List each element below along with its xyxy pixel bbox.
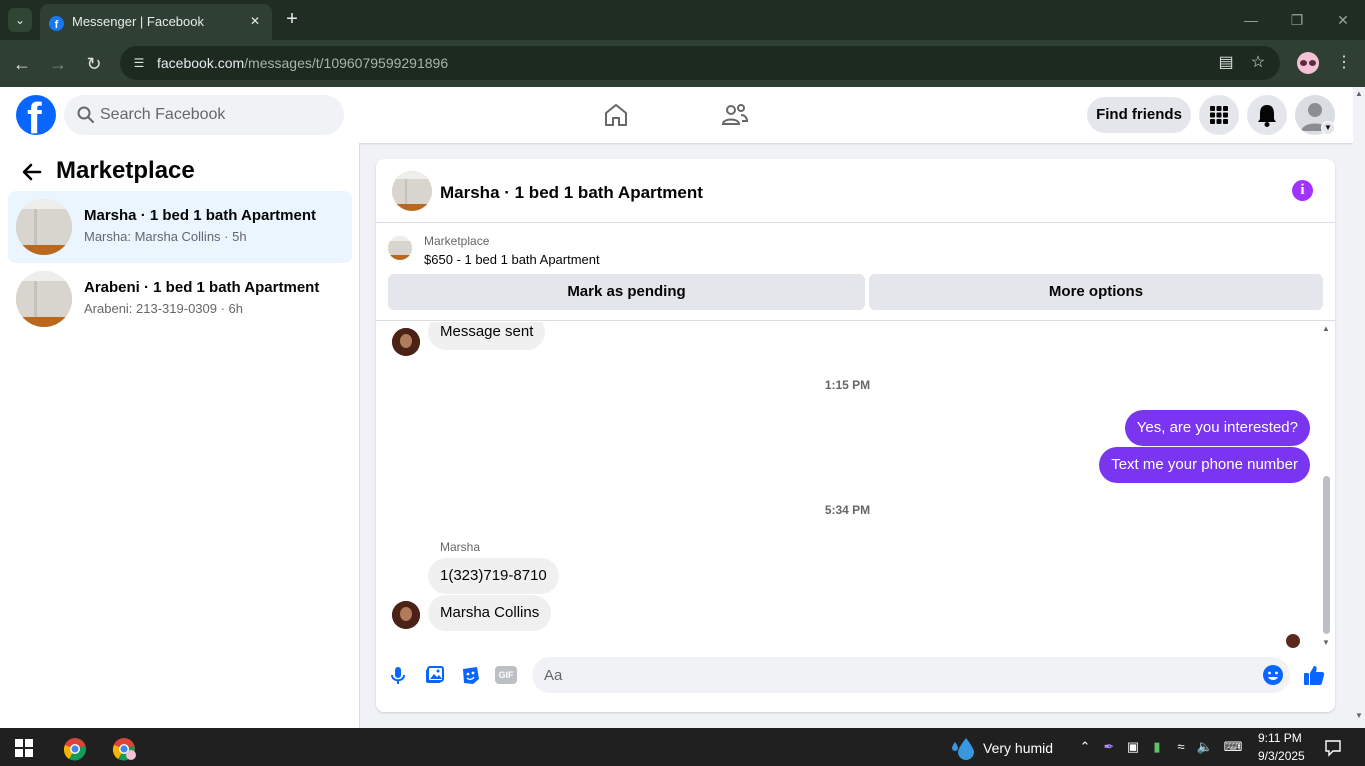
browser-tab-messenger[interactable]: f Messenger | Facebook ✕ bbox=[40, 4, 272, 40]
message-bubble-incoming[interactable]: Message sent bbox=[428, 322, 546, 350]
chat-listing-thumbnail[interactable] bbox=[392, 171, 432, 211]
clock-date[interactable]: 9/3/2025 bbox=[1258, 749, 1305, 763]
message-bubble-outgoing[interactable]: Text me your phone number bbox=[1099, 447, 1310, 483]
find-friends-button[interactable]: Find friends bbox=[1087, 97, 1191, 133]
message-scrollbar[interactable]: ▲ ▼ bbox=[1320, 322, 1332, 652]
show-hidden-icons-chevron-icon[interactable]: ⌃ bbox=[1076, 738, 1094, 756]
page-scroll-up-icon[interactable]: ▲ bbox=[1355, 89, 1363, 98]
message-input-wrapper[interactable] bbox=[532, 657, 1290, 693]
conversation-name: Marsha · 1 bed 1 bath Apartment bbox=[84, 207, 316, 224]
volume-icon[interactable]: 🔈 bbox=[1196, 738, 1214, 756]
photo-attach-icon[interactable] bbox=[423, 664, 445, 686]
listing-bar: Marketplace $650 - 1 bed 1 bath Apartmen… bbox=[376, 224, 1335, 321]
chrome-taskbar-icon[interactable] bbox=[63, 737, 87, 761]
restore-window-icon[interactable]: ❐ bbox=[1287, 10, 1307, 30]
grid-menu-icon bbox=[1210, 106, 1228, 124]
conversation-item-arabeni[interactable]: Arabeni · 1 bed 1 bath Apartment Arabeni… bbox=[8, 263, 352, 335]
clock-time[interactable]: 9:11 PM bbox=[1258, 731, 1302, 745]
new-tab-button[interactable]: + bbox=[282, 8, 302, 30]
conversation-preview: Arabeni: 213-319-0309 · 6h bbox=[84, 301, 244, 316]
page-scroll-down-icon[interactable]: ▼ bbox=[1355, 711, 1363, 720]
bell-icon bbox=[1258, 105, 1276, 127]
emoji-icon[interactable] bbox=[1262, 664, 1284, 686]
address-url[interactable]: facebook.com/messages/t/1096079599291896 bbox=[157, 55, 448, 71]
chat-header: Marsha · 1 bed 1 bath Apartment i bbox=[376, 159, 1335, 223]
info-icon[interactable]: i bbox=[1292, 180, 1313, 201]
close-tab-icon[interactable]: ✕ bbox=[246, 12, 264, 30]
message-timestamp: 5:34 PM bbox=[824, 503, 871, 517]
browser-menu-icon[interactable]: ⋮ bbox=[1333, 52, 1355, 74]
mark-as-pending-button[interactable]: Mark as pending bbox=[388, 274, 865, 310]
sticker-icon[interactable] bbox=[459, 664, 481, 686]
message-input[interactable] bbox=[544, 657, 1244, 693]
chat-window: Marsha · 1 bed 1 bath Apartment i Market… bbox=[376, 159, 1335, 712]
listing-source: Marketplace bbox=[424, 234, 490, 248]
site-info-icon[interactable]: ☰ bbox=[128, 52, 150, 74]
listing-thumbnail-image bbox=[16, 271, 72, 327]
message-bubble-outgoing[interactable]: Yes, are you interested? bbox=[1124, 410, 1310, 446]
windows-start-icon[interactable] bbox=[15, 739, 33, 757]
sender-name: Marsha bbox=[440, 540, 481, 554]
page-scrollbar[interactable]: ▲ ▼ bbox=[1353, 87, 1365, 728]
contact-avatar[interactable] bbox=[392, 328, 420, 356]
back-arrow-icon[interactable] bbox=[20, 160, 44, 184]
tab-search-chevron-icon[interactable]: ⌄ bbox=[8, 8, 32, 32]
close-window-icon[interactable]: ✕ bbox=[1333, 10, 1353, 30]
thumbs-up-icon[interactable] bbox=[1302, 663, 1326, 687]
read-receipt-avatar bbox=[1286, 634, 1300, 648]
install-app-icon[interactable]: ▤ bbox=[1215, 52, 1237, 74]
friends-icon[interactable] bbox=[720, 100, 750, 130]
listing-thumbnail-image bbox=[16, 199, 72, 255]
scroll-up-arrow-icon[interactable]: ▲ bbox=[1322, 324, 1330, 333]
search-input[interactable] bbox=[100, 95, 330, 135]
address-bar[interactable]: ☰ facebook.com/messages/t/10960795992918… bbox=[120, 46, 1280, 80]
search-box[interactable] bbox=[64, 95, 344, 135]
listing-small-thumbnail[interactable] bbox=[388, 236, 412, 260]
conversation-name: Arabeni · 1 bed 1 bath Apartment bbox=[84, 279, 320, 296]
message-list: Message sent 1:15 PM Yes, are you intere… bbox=[376, 322, 1335, 652]
conversation-item-marsha[interactable]: Marsha · 1 bed 1 bath Apartment Marsha: … bbox=[8, 191, 352, 263]
browser-tab-title: Messenger | Facebook bbox=[72, 14, 204, 29]
conversation-preview: Marsha: Marsha Collins · 5h bbox=[84, 229, 247, 244]
humidity-drop-icon[interactable] bbox=[950, 736, 976, 760]
scroll-down-arrow-icon[interactable]: ▼ bbox=[1322, 638, 1330, 647]
listing-price-title[interactable]: $650 - 1 bed 1 bath Apartment bbox=[424, 252, 600, 267]
panel-title: Marketplace bbox=[56, 157, 195, 184]
facebook-favicon-icon: f bbox=[49, 16, 64, 31]
reload-icon[interactable]: ↻ bbox=[82, 52, 106, 76]
pen-feather-icon[interactable]: ✒ bbox=[1100, 738, 1118, 756]
account-caret-icon[interactable]: ▼ bbox=[1321, 121, 1335, 135]
forward-nav-icon[interactable]: → bbox=[46, 52, 70, 76]
message-bubble-incoming[interactable]: Marsha Collins bbox=[428, 595, 552, 631]
message-composer: GIF bbox=[376, 652, 1335, 712]
message-bubble-incoming[interactable]: 1(323)719-8710 bbox=[428, 558, 559, 594]
minimize-window-icon[interactable]: — bbox=[1241, 10, 1261, 30]
menu-grid-button[interactable] bbox=[1199, 95, 1239, 135]
notification-center-icon[interactable] bbox=[1324, 739, 1342, 757]
scroll-thumb[interactable] bbox=[1323, 476, 1330, 634]
more-options-button[interactable]: More options bbox=[869, 274, 1323, 310]
message-timestamp: 1:15 PM bbox=[824, 378, 871, 392]
back-nav-icon[interactable]: ← bbox=[10, 52, 34, 76]
meet-now-icon[interactable]: ▣ bbox=[1124, 738, 1142, 756]
bookmark-star-icon[interactable]: ☆ bbox=[1247, 52, 1269, 74]
wifi-icon[interactable]: ≈ bbox=[1172, 738, 1190, 756]
weather-text[interactable]: Very humid bbox=[983, 740, 1053, 756]
notifications-button[interactable] bbox=[1247, 95, 1287, 135]
chrome-profile-taskbar-icon[interactable] bbox=[112, 737, 136, 761]
contact-avatar[interactable] bbox=[392, 601, 420, 629]
facebook-logo-icon[interactable]: f bbox=[16, 95, 56, 135]
keyboard-icon[interactable]: ⌨ bbox=[1222, 738, 1244, 756]
home-icon[interactable] bbox=[601, 100, 631, 130]
search-icon bbox=[77, 106, 94, 123]
browser-profile-avatar[interactable] bbox=[1297, 52, 1319, 74]
battery-charging-icon[interactable]: ▮ bbox=[1148, 738, 1166, 756]
microphone-icon[interactable] bbox=[387, 664, 409, 686]
gif-icon[interactable]: GIF bbox=[495, 666, 517, 684]
chat-title[interactable]: Marsha · 1 bed 1 bath Apartment bbox=[440, 183, 703, 203]
